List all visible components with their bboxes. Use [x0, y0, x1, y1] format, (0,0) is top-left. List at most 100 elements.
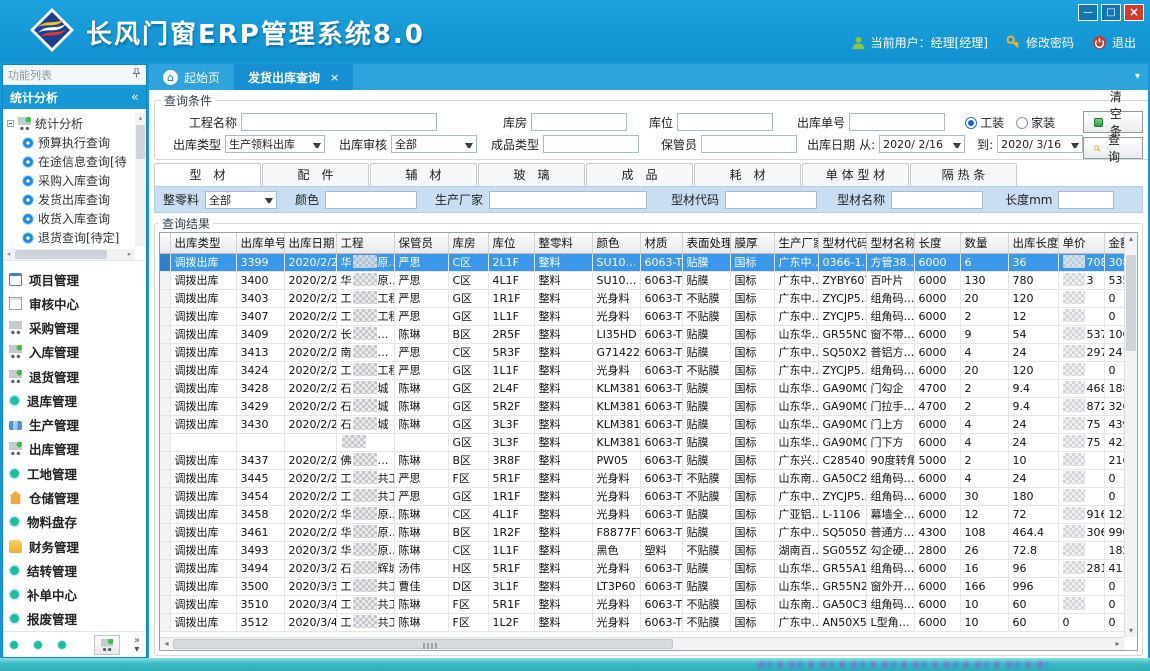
table-row[interactable]: 调拨出库 3399 2020/2/25 华原… 严思 C区 2L1F 整料 SU… — [160, 253, 1124, 271]
close-button[interactable]: × — [1124, 4, 1144, 21]
tab-close-icon[interactable]: × — [330, 71, 339, 84]
sidebar-module-item[interactable]: 报废管理 — [9, 607, 146, 631]
tree-item[interactable]: 退货查询[待定] — [7, 228, 144, 247]
sidebar-module-item[interactable]: 退库管理 — [9, 388, 146, 412]
radio-home-outfit[interactable]: 家装 — [1016, 114, 1055, 131]
sidebar-module-item[interactable]: 补单中心 — [9, 582, 146, 606]
grid-column-header[interactable]: 出库单号 — [236, 233, 284, 253]
table-row[interactable]: 调拨出库 3437 2020/2/27 佛… 陈琳 B区 3R8F 整料 PW0… — [160, 451, 1124, 469]
order-no-input[interactable] — [849, 113, 945, 131]
table-row[interactable]: 调拨出库 3407 2020/2/25 工工程 严思 G区 1L1F 整料 光身… — [160, 307, 1124, 325]
table-row[interactable]: 调拨出库 3512 2020/3/4 工共工程 陈琳 F区 1L2F 整料 光身… — [160, 613, 1124, 631]
logout-button[interactable]: 退出 — [1092, 34, 1136, 51]
sidebar-module-item[interactable]: 生产管理 — [9, 413, 146, 437]
warehouse-input[interactable] — [531, 113, 627, 131]
date-from-select[interactable]: 2020/ 2/16 — [879, 135, 965, 153]
table-row[interactable]: 调拨出库 3458 2020/2/28 华原… 陈琳 C区 4L1F 整料 光身… — [160, 505, 1124, 523]
profile-name-input[interactable] — [891, 191, 983, 209]
grid-column-header[interactable]: 库位 — [488, 233, 534, 253]
tree-root[interactable]: 统计分析 — [7, 113, 144, 133]
table-row[interactable]: 调拨出库 3454 2020/2/28 工共工程 严思 G区 1R1F 整料 光… — [160, 487, 1124, 505]
tree-horizontal-scrollbar[interactable]: ◂▸ — [3, 249, 135, 260]
table-row[interactable]: 调拨出库 3500 2020/3/3 工共工程 曹佳 D区 3L1F 整料 LT… — [160, 577, 1124, 595]
grid-column-header[interactable]: 金额 — [1104, 233, 1124, 253]
grid-vertical-scrollbar[interactable]: ▴▾ — [1124, 233, 1137, 637]
table-row[interactable]: 调拨出库 3424 2020/2/26 工工程 严思 G区 1L1F 整料 光身… — [160, 361, 1124, 379]
product-type-input[interactable] — [543, 135, 639, 153]
material-tab[interactable]: 玻 璃 — [478, 163, 585, 186]
grid-column-header[interactable]: 型材代码 — [818, 233, 866, 253]
tab-shipping-outbound-query[interactable]: 发货出库查询 × — [234, 64, 353, 90]
grid-column-header[interactable]: 库房 — [448, 233, 488, 253]
tree-item[interactable]: 发货出库查询 — [7, 190, 144, 209]
table-row[interactable]: 调拨出库 3510 2020/3/4 工共工程 陈琳 F区 5R1F 整料 光身… — [160, 595, 1124, 613]
sidebar-module-item[interactable]: 出库管理 — [9, 437, 146, 461]
grid-column-header[interactable]: 出库长度 — [1008, 233, 1058, 253]
grid-column-header[interactable]: 生产厂家 — [774, 233, 818, 253]
grid-column-header[interactable]: 材质 — [640, 233, 682, 253]
table-row[interactable]: 调拨出库 3400 2020/2/25 华原… 严思 C区 4L1F 整料 SU… — [160, 271, 1124, 289]
module-dot-icon[interactable] — [9, 640, 19, 650]
material-tab[interactable]: 耗 材 — [694, 163, 801, 186]
module-overflow-button[interactable] — [94, 635, 120, 655]
tab-home[interactable]: ⌂ 起始页 — [149, 64, 234, 90]
module-dot-icon[interactable] — [57, 640, 67, 650]
table-row[interactable]: 调拨出库 3430 2020/2/26 石城 陈琳 G区 3L3F 整料 KLM… — [160, 415, 1124, 433]
sidebar-module-item[interactable]: 入库管理 — [9, 340, 146, 364]
table-row[interactable]: 调拨出库 3428 2020/2/26 石城 陈琳 G区 2L4F 整料 KLM… — [160, 379, 1124, 397]
table-row[interactable]: 调拨出库 3409 2020/2/25 长… 陈琳 B区 2R5F 整料 LI3… — [160, 325, 1124, 343]
sidebar-module-item[interactable]: 结转管理 — [9, 558, 146, 582]
radio-work-outfit[interactable]: 工装 — [965, 114, 1004, 131]
material-tab[interactable]: 型 材 — [154, 163, 261, 186]
length-input[interactable] — [1058, 191, 1114, 209]
grid-column-header[interactable]: 数量 — [960, 233, 1008, 253]
more-chevron[interactable]: »▾ — [134, 636, 140, 654]
table-row[interactable]: 调拨出库 3429 2020/2/26 石城 陈琳 G区 5R2F 整料 KLM… — [160, 397, 1124, 415]
outbound-audit-select[interactable]: 全部 — [391, 135, 477, 153]
keeper-input[interactable] — [701, 135, 797, 153]
whole-part-select[interactable]: 全部 — [205, 191, 277, 209]
sidebar-module-item[interactable]: 物料盘存 — [9, 510, 146, 534]
table-row[interactable]: 调拨出库 3461 2020/2/28 华原… 陈琳 B区 1R2F 整料 F8… — [160, 523, 1124, 541]
change-password-button[interactable]: 修改密码 — [1006, 34, 1074, 51]
tree-item[interactable]: 预算执行查询 — [7, 133, 144, 152]
grid-column-header[interactable]: 工程 — [336, 233, 394, 253]
project-name-input[interactable] — [241, 113, 437, 131]
material-tab[interactable]: 成 品 — [586, 163, 693, 186]
sidebar-module-item[interactable]: 采购管理 — [9, 316, 146, 340]
tree-item[interactable]: 在途信息查询[待 — [7, 152, 144, 171]
profile-code-input[interactable] — [725, 191, 817, 209]
grid-column-header[interactable]: 膜厚 — [730, 233, 774, 253]
table-row[interactable]: 调拨出库 3403 2020/2/25 工工程 严思 G区 1R1F 整料 光身… — [160, 289, 1124, 307]
outbound-type-select[interactable]: 生产领料出库 — [225, 135, 325, 153]
material-tab[interactable]: 隔 热 条 — [910, 163, 1017, 186]
grid-column-header[interactable]: 单价 — [1058, 233, 1104, 253]
grid-column-header[interactable]: 表面处理 — [682, 233, 730, 253]
color-input[interactable] — [325, 191, 417, 209]
date-to-select[interactable]: 2020/ 3/16 — [997, 135, 1083, 153]
material-tab[interactable]: 配 件 — [262, 163, 369, 186]
table-row[interactable]: G区 3L3F 整料 KLM3817 6063-T5 贴膜 国标 山东华… GA… — [160, 433, 1124, 451]
manufacturer-input[interactable] — [489, 191, 647, 209]
grid-column-header[interactable]: 颜色 — [592, 233, 640, 253]
search-button[interactable]: 查 询 — [1083, 137, 1143, 159]
table-row[interactable]: 调拨出库 3494 2020/3/2 石辉城 汤伟 H区 5R1F 整料 光身料… — [160, 559, 1124, 577]
material-tab[interactable]: 单 体 型 材 — [802, 163, 909, 186]
maximize-button[interactable]: □ — [1101, 4, 1121, 21]
section-header-statistics[interactable]: 统计分析 « — [3, 85, 146, 109]
material-tab[interactable]: 辅 材 — [370, 163, 477, 186]
collapse-icon[interactable]: « — [131, 90, 139, 105]
sidebar-module-item[interactable]: 审核中心 — [9, 291, 146, 315]
grid-column-header[interactable]: 型材名称 — [866, 233, 914, 253]
sidebar-module-item[interactable]: 退货管理 — [9, 364, 146, 388]
tree-item[interactable]: 采购入库查询 — [7, 171, 144, 190]
grid-column-header[interactable]: 出库类型 — [170, 233, 236, 253]
sidebar-module-item[interactable]: 仓储管理 — [9, 485, 146, 509]
grid-horizontal-scrollbar[interactable]: ◂ ▸ — [160, 637, 1124, 650]
tree-item[interactable]: 收货入库查询 — [7, 209, 144, 228]
module-dot-icon[interactable] — [33, 640, 43, 650]
grid-column-header[interactable]: 保管员 — [394, 233, 448, 253]
table-row[interactable]: 调拨出库 3413 2020/2/26 南… 严思 C区 5R3F 整料 G71… — [160, 343, 1124, 361]
pin-icon[interactable] — [132, 68, 141, 81]
clear-conditions-button[interactable]: 清空条件 — [1083, 111, 1143, 133]
